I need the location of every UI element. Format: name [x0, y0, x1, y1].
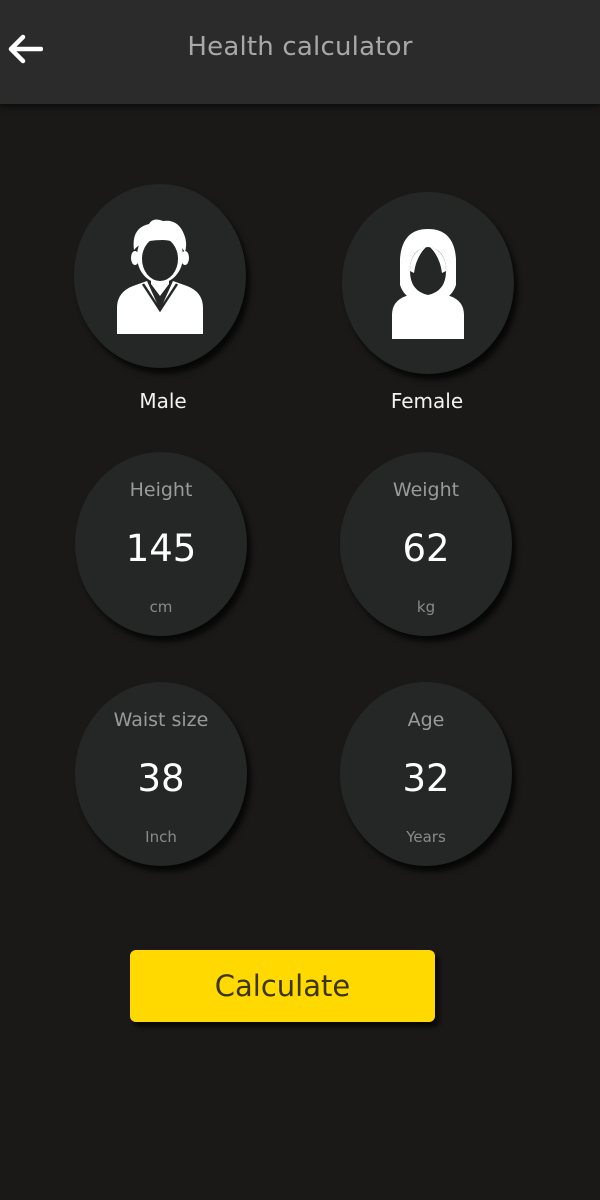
weight-card[interactable]: Weight 62 kg	[340, 452, 512, 636]
calculate-button[interactable]: Calculate	[130, 950, 435, 1022]
age-card[interactable]: Age 32 Years	[340, 682, 512, 866]
male-label: Male	[139, 389, 187, 413]
male-avatar-icon	[117, 219, 203, 334]
male-option[interactable]	[74, 184, 246, 368]
height-card[interactable]: Height 145 cm	[75, 452, 247, 636]
weight-label: Weight	[392, 479, 460, 501]
female-option[interactable]	[342, 192, 514, 374]
waist-value: 38	[137, 757, 185, 800]
female-avatar-icon	[392, 229, 464, 339]
weight-unit: kg	[416, 598, 436, 616]
app-bar: Health calculator	[0, 0, 600, 104]
height-value: 145	[125, 527, 197, 570]
page-title: Health calculator	[187, 32, 413, 62]
weight-value: 62	[402, 527, 450, 570]
age-unit: Years	[406, 828, 446, 846]
age-value: 32	[402, 757, 450, 800]
height-unit: cm	[149, 598, 173, 616]
age-label: Age	[407, 709, 445, 731]
female-label: Female	[390, 389, 464, 413]
waist-card[interactable]: Waist size 38 Inch	[75, 682, 247, 866]
waist-unit: Inch	[145, 828, 177, 846]
waist-label: Waist size	[113, 709, 209, 731]
height-label: Height	[129, 479, 193, 501]
